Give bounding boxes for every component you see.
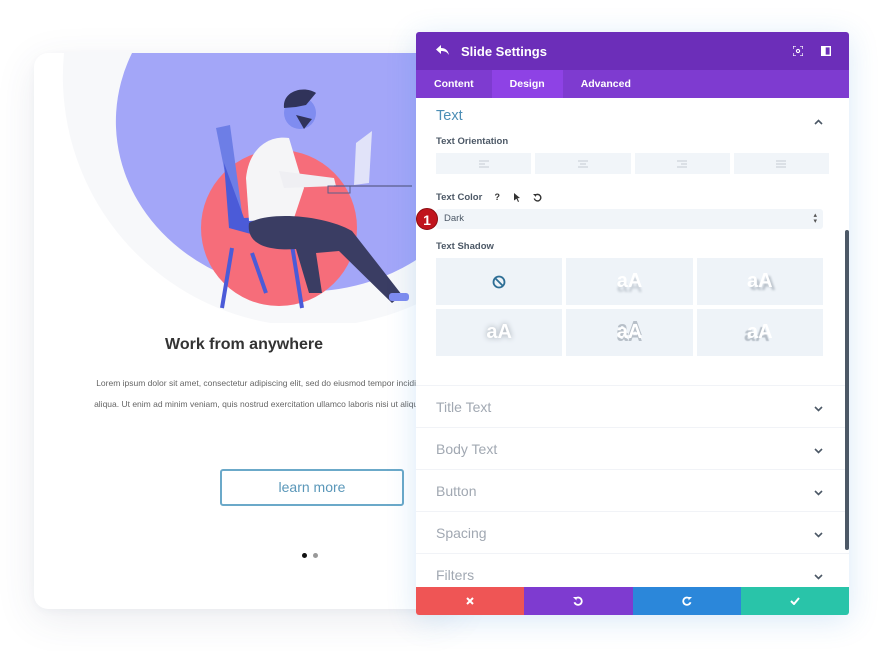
no-shadow-icon xyxy=(492,275,506,288)
cancel-button[interactable] xyxy=(416,587,525,615)
text-section: Text Text Orientation Text Color ? Dark … xyxy=(416,98,849,386)
align-justify-button[interactable] xyxy=(733,153,829,174)
redo-icon xyxy=(681,596,692,606)
tab-design[interactable]: Design xyxy=(491,70,563,98)
align-justify-icon xyxy=(776,160,787,167)
align-left-button[interactable] xyxy=(436,153,532,174)
save-button[interactable] xyxy=(740,587,849,615)
slide-title: Work from anywhere xyxy=(165,336,323,353)
shadow-option-4[interactable]: aA xyxy=(566,309,693,356)
text-color-select[interactable]: Dark ▴ ▾ xyxy=(436,209,823,229)
section-filters[interactable]: Filters xyxy=(416,554,849,587)
section-body-text[interactable]: Body Text xyxy=(416,428,849,470)
slider-dots xyxy=(302,553,318,558)
chevron-down-icon xyxy=(814,428,823,470)
panel-tabs: Content Design Advanced xyxy=(416,70,849,98)
back-arrow-icon[interactable] xyxy=(436,43,449,59)
section-spacing[interactable]: Spacing xyxy=(416,512,849,554)
chevron-up-icon[interactable] xyxy=(814,112,823,130)
shadow-option-2[interactable]: aA xyxy=(696,258,823,305)
align-center-icon xyxy=(577,160,588,167)
section-label: Filters xyxy=(436,567,475,583)
section-title-text[interactable]: Title Text xyxy=(416,386,849,428)
shadow-option-5[interactable]: aA xyxy=(696,309,823,356)
panel-footer xyxy=(416,587,849,615)
section-label: Body Text xyxy=(436,441,498,457)
cursor-icon[interactable] xyxy=(510,190,524,204)
chevron-down-icon xyxy=(814,554,823,587)
shadow-option-1[interactable]: aA xyxy=(566,258,693,305)
undo-button[interactable] xyxy=(524,587,633,615)
align-right-button[interactable] xyxy=(634,153,730,174)
shoe xyxy=(389,293,409,301)
chevron-down-icon xyxy=(814,386,823,428)
tab-content[interactable]: Content xyxy=(416,70,492,98)
work-illustration xyxy=(62,53,454,323)
text-orientation-options xyxy=(436,153,829,174)
text-color-label: Text Color xyxy=(436,191,483,203)
chevron-down-icon xyxy=(814,512,823,554)
panel-body: Text Text Orientation Text Color ? Dark … xyxy=(416,98,849,587)
learn-more-button[interactable]: learn more xyxy=(220,469,404,506)
redo-button[interactable] xyxy=(632,587,741,615)
text-color-row: Text Color ? xyxy=(436,190,829,204)
align-right-icon xyxy=(677,160,688,167)
undo-icon xyxy=(573,596,584,606)
slider-dot-1[interactable] xyxy=(302,553,307,558)
slide-settings-panel: Slide Settings Content Design Advanced T… xyxy=(416,32,849,615)
help-icon[interactable]: ? xyxy=(490,190,504,204)
section-label: Button xyxy=(436,483,477,499)
shadow-none-option[interactable] xyxy=(436,258,563,305)
section-label: Spacing xyxy=(436,525,487,541)
panel-header: Slide Settings xyxy=(416,32,849,70)
text-shadow-label: Text Shadow xyxy=(436,241,494,252)
select-arrows-icon: ▴ ▾ xyxy=(813,212,817,225)
reset-icon[interactable] xyxy=(530,190,544,204)
chevron-down-icon xyxy=(814,470,823,512)
close-icon xyxy=(466,597,474,605)
section-button[interactable]: Button xyxy=(416,470,849,512)
check-icon xyxy=(790,597,800,605)
tab-advanced[interactable]: Advanced xyxy=(563,70,649,98)
panel-scrollbar[interactable] xyxy=(845,230,849,550)
step-badge: 1 xyxy=(416,208,438,230)
slider-dot-2[interactable] xyxy=(313,553,318,558)
stage: Work from anywhere Lorem ipsum dolor sit… xyxy=(0,0,880,651)
text-shadow-options: aA aA aA aA aA xyxy=(436,258,823,356)
text-orientation-label: Text Orientation xyxy=(436,136,509,147)
align-left-icon xyxy=(478,160,489,167)
split-view-icon[interactable] xyxy=(817,42,835,60)
text-color-value: Dark xyxy=(444,213,465,224)
align-center-button[interactable] xyxy=(535,153,631,174)
fullscreen-icon[interactable] xyxy=(789,42,807,60)
section-label: Title Text xyxy=(436,399,492,415)
text-section-title[interactable]: Text xyxy=(436,108,829,124)
slide-body-text: Lorem ipsum dolor sit amet, consectetur … xyxy=(94,378,454,409)
slide-card: Work from anywhere Lorem ipsum dolor sit… xyxy=(34,53,454,609)
panel-title: Slide Settings xyxy=(461,43,547,59)
shadow-option-3[interactable]: aA xyxy=(436,309,563,356)
